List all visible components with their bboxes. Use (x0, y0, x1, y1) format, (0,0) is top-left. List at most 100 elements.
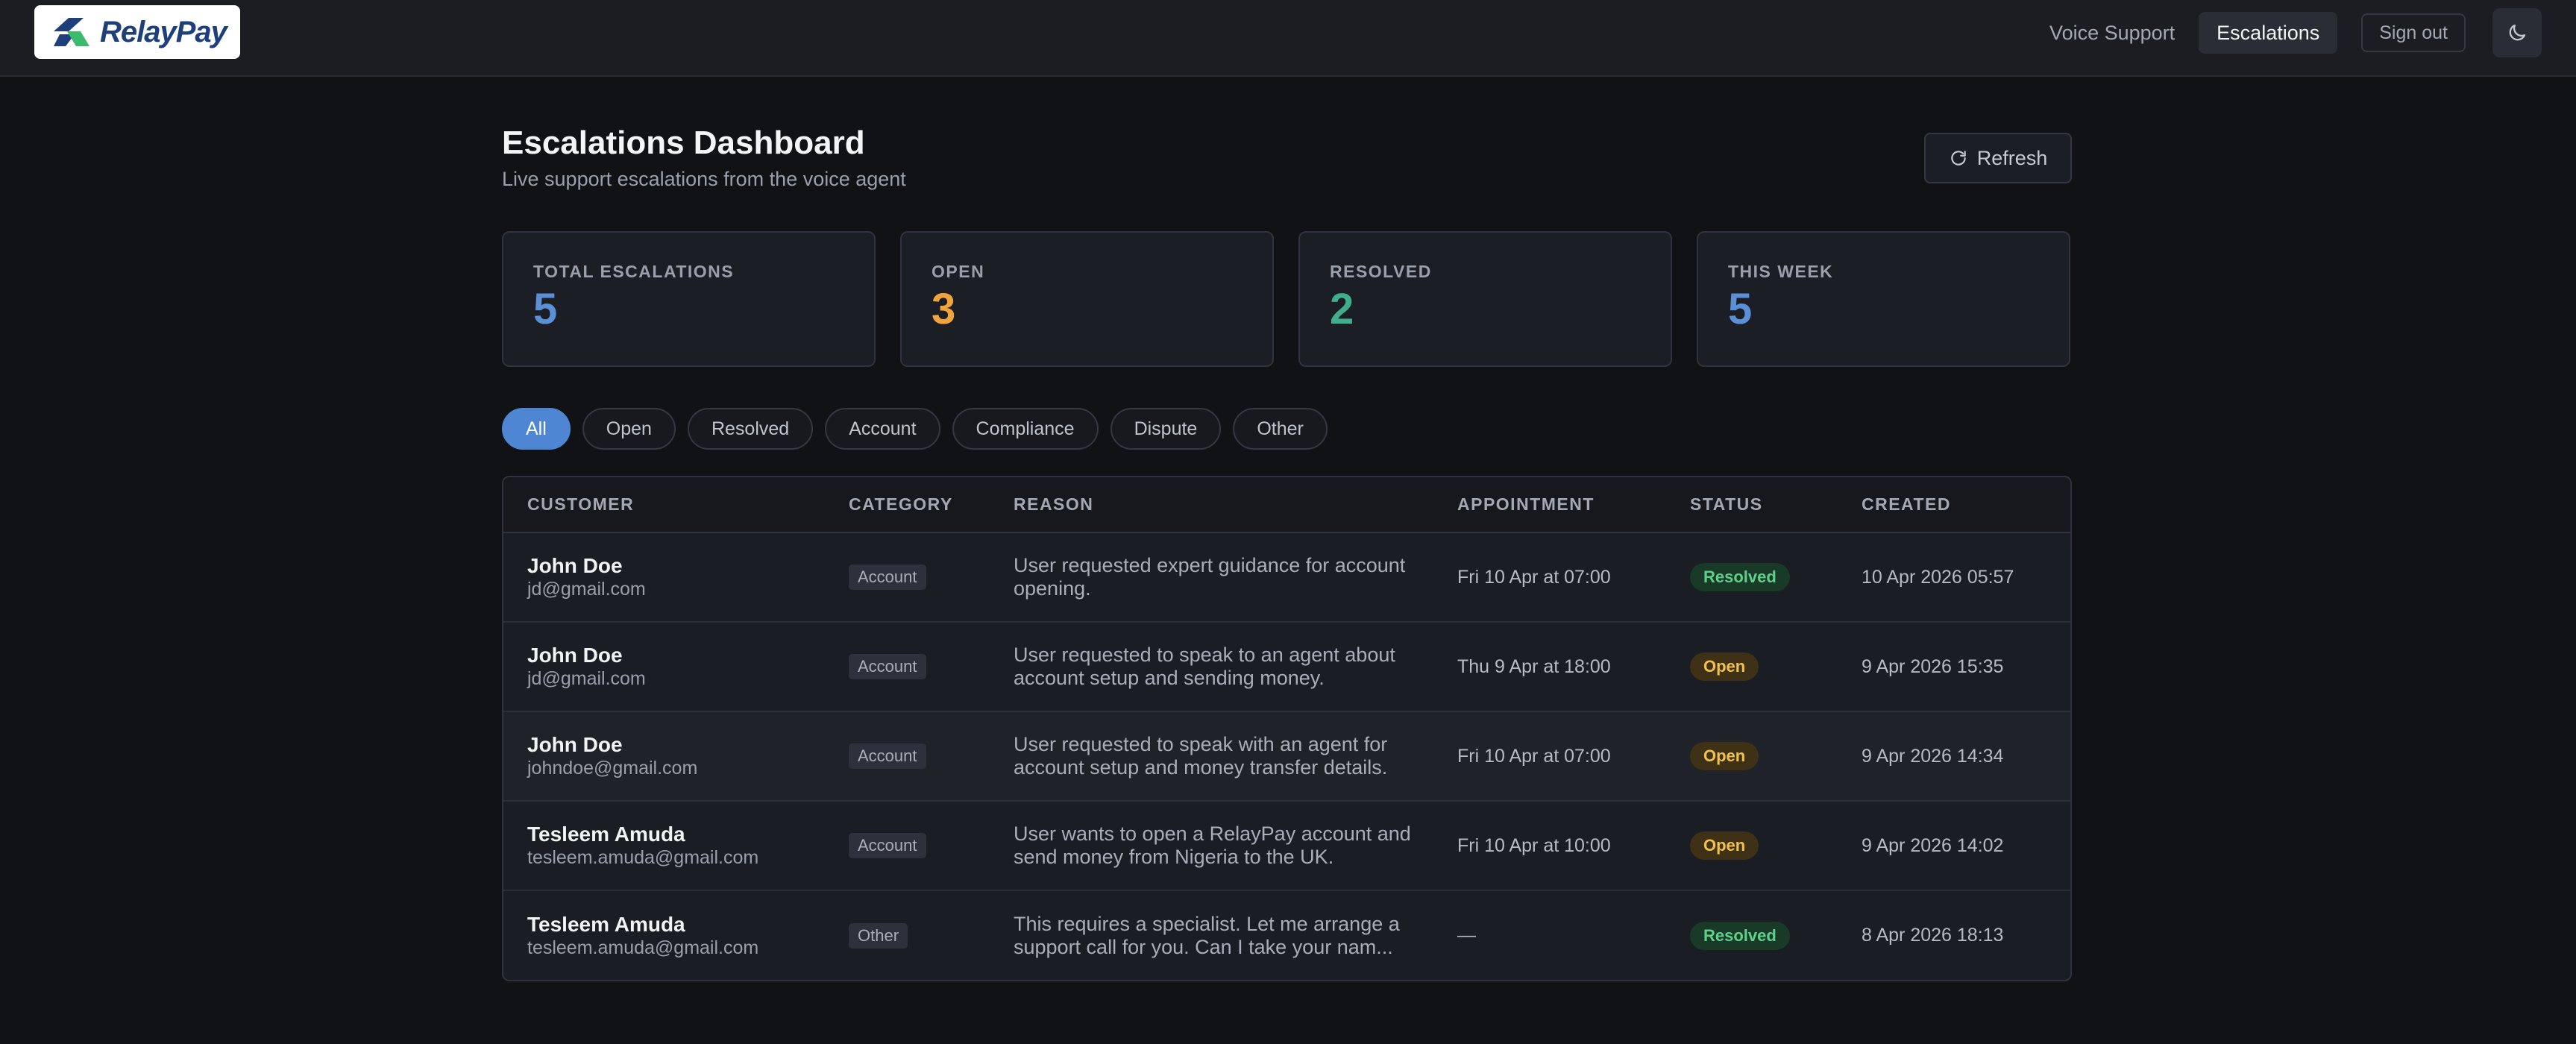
nav-link-voice-support[interactable]: Voice Support (2032, 12, 2193, 54)
category-badge: Account (849, 833, 926, 858)
stat-label: RESOLVED (1330, 262, 1432, 281)
status-cell: Resolved (1666, 890, 1838, 980)
customer-name: Tesleem Amuda (527, 912, 685, 936)
status-badge: Resolved (1690, 921, 1790, 950)
column-header-created[interactable]: CREATED (1838, 477, 2070, 533)
theme-toggle-button[interactable] (2492, 8, 2542, 57)
category-badge: Other (849, 922, 908, 949)
category-cell: Account (825, 711, 990, 801)
stat-card-open: OPEN 3 (900, 231, 1274, 367)
appointment-cell: Fri 10 Apr at 07:00 (1457, 745, 1611, 767)
customer-name: Tesleem Amuda (527, 823, 685, 846)
stat-card-resolved: RESOLVED 2 (1298, 231, 1672, 367)
status-cell: Open (1666, 711, 1838, 801)
filter-chip-all[interactable]: All (502, 408, 571, 450)
stat-card-this-week: THIS WEEK 5 (1697, 231, 2070, 367)
reason-text: User requested to speak to an agent abou… (1014, 644, 1395, 689)
main-nav: Voice Support Escalations Sign out (2032, 8, 2542, 57)
brand-name: RelayPay (100, 15, 227, 48)
stat-value: 2 (1330, 285, 1354, 333)
customer-email: tesleem.amuda@gmail.com (527, 937, 759, 958)
reason-text: User requested expert guidance for accou… (1014, 554, 1406, 600)
category-cell: Account (825, 622, 990, 711)
category-badge: Account (849, 743, 926, 769)
table-row[interactable]: John Doe johndoe@gmail.com Account User … (503, 711, 2070, 801)
reason-text: This requires a specialist. Let me arran… (1014, 912, 1400, 958)
created-cell: 9 Apr 2026 15:35 (1862, 655, 2004, 677)
stat-card-total: TOTAL ESCALATIONS 5 (502, 231, 876, 367)
status-badge: Open (1690, 831, 1759, 860)
stat-value: 5 (533, 285, 558, 333)
table-row[interactable]: Tesleem Amuda tesleem.amuda@gmail.com Ot… (503, 890, 2070, 980)
reason-cell: User requested to speak to an agent abou… (990, 622, 1433, 711)
column-header-appointment[interactable]: APPOINTMENT (1433, 477, 1666, 533)
status-badge: Open (1690, 652, 1759, 681)
top-navigation-bar: RelayPay Voice Support Escalations Sign … (0, 0, 2576, 77)
escalations-table: CUSTOMER CATEGORY REASON APPOINTMENT STA… (502, 476, 2072, 981)
column-header-reason[interactable]: REASON (990, 477, 1433, 533)
refresh-button[interactable]: Refresh (1924, 133, 2072, 183)
filter-chip-account[interactable]: Account (825, 408, 940, 450)
page-title: Escalations Dashboard (502, 125, 865, 161)
stat-label: OPEN (932, 262, 985, 281)
table-header-row: CUSTOMER CATEGORY REASON APPOINTMENT STA… (503, 477, 2070, 533)
appointment-cell: Fri 10 Apr at 10:00 (1457, 834, 1611, 856)
filter-chip-dispute[interactable]: Dispute (1110, 408, 1222, 450)
column-header-customer[interactable]: CUSTOMER (503, 477, 825, 533)
appointment-cell: — (1457, 925, 1476, 946)
filter-chip-resolved[interactable]: Resolved (687, 408, 814, 450)
nav-link-escalations[interactable]: Escalations (2199, 12, 2338, 54)
customer-cell: Tesleem Amuda tesleem.amuda@gmail.com (503, 890, 825, 980)
reason-cell: User requested expert guidance for accou… (990, 532, 1433, 622)
filter-chips: All Open Resolved Account Compliance Dis… (502, 408, 1328, 450)
moon-icon (2509, 24, 2526, 41)
reason-text: User wants to open a RelayPay account an… (1014, 823, 1411, 868)
created-cell: 8 Apr 2026 18:13 (1862, 925, 2004, 946)
main-content: Escalations Dashboard Live support escal… (502, 123, 2072, 981)
customer-cell: Tesleem Amuda tesleem.amuda@gmail.com (503, 801, 825, 890)
sign-out-button[interactable]: Sign out (2361, 13, 2466, 52)
page-subtitle: Live support escalations from the voice … (502, 168, 906, 190)
created-cell: 10 Apr 2026 05:57 (1862, 566, 2014, 588)
customer-cell: John Doe johndoe@gmail.com (503, 711, 825, 801)
status-cell: Open (1666, 622, 1838, 711)
filter-chip-other[interactable]: Other (1233, 408, 1328, 450)
table-row[interactable]: John Doe jd@gmail.com Account User reque… (503, 532, 2070, 622)
reason-cell: User wants to open a RelayPay account an… (990, 801, 1433, 890)
status-badge: Resolved (1690, 563, 1790, 591)
relaypay-logo-mark-icon (54, 18, 89, 46)
customer-name: John Doe (527, 554, 623, 577)
relaypay-logo[interactable]: RelayPay (34, 5, 240, 59)
table-row[interactable]: John Doe jd@gmail.com Account User reque… (503, 622, 2070, 711)
stats-row: TOTAL ESCALATIONS 5 OPEN 3 RESOLVED 2 TH… (502, 231, 2072, 367)
filter-chip-compliance[interactable]: Compliance (952, 408, 1099, 450)
appointment-cell: Thu 9 Apr at 18:00 (1457, 655, 1611, 677)
reason-text: User requested to speak with an agent fo… (1014, 733, 1388, 779)
status-cell: Resolved (1666, 532, 1838, 622)
customer-name: John Doe (527, 644, 623, 667)
category-cell: Account (825, 801, 990, 890)
customer-email: jd@gmail.com (527, 579, 646, 600)
customer-cell: John Doe jd@gmail.com (503, 532, 825, 622)
category-cell: Account (825, 532, 990, 622)
customer-email: jd@gmail.com (527, 668, 646, 689)
status-cell: Open (1666, 801, 1838, 890)
stat-label: TOTAL ESCALATIONS (533, 262, 735, 281)
refresh-icon (1951, 151, 1966, 166)
category-cell: Other (825, 890, 990, 980)
appointment-cell: Fri 10 Apr at 07:00 (1457, 566, 1611, 588)
created-cell: 9 Apr 2026 14:02 (1862, 834, 2004, 856)
table-row[interactable]: Tesleem Amuda tesleem.amuda@gmail.com Ac… (503, 801, 2070, 890)
stat-value: 3 (932, 285, 956, 333)
customer-cell: John Doe jd@gmail.com (503, 622, 825, 711)
stat-label: THIS WEEK (1728, 262, 1834, 281)
column-header-category[interactable]: CATEGORY (825, 477, 990, 533)
customer-email: tesleem.amuda@gmail.com (527, 847, 759, 868)
reason-cell: This requires a specialist. Let me arran… (990, 890, 1433, 980)
reason-cell: User requested to speak with an agent fo… (990, 711, 1433, 801)
column-header-status[interactable]: STATUS (1666, 477, 1838, 533)
refresh-label: Refresh (1976, 146, 2048, 169)
filter-chip-open[interactable]: Open (582, 408, 676, 450)
category-badge: Account (849, 565, 926, 590)
status-badge: Open (1690, 742, 1759, 770)
